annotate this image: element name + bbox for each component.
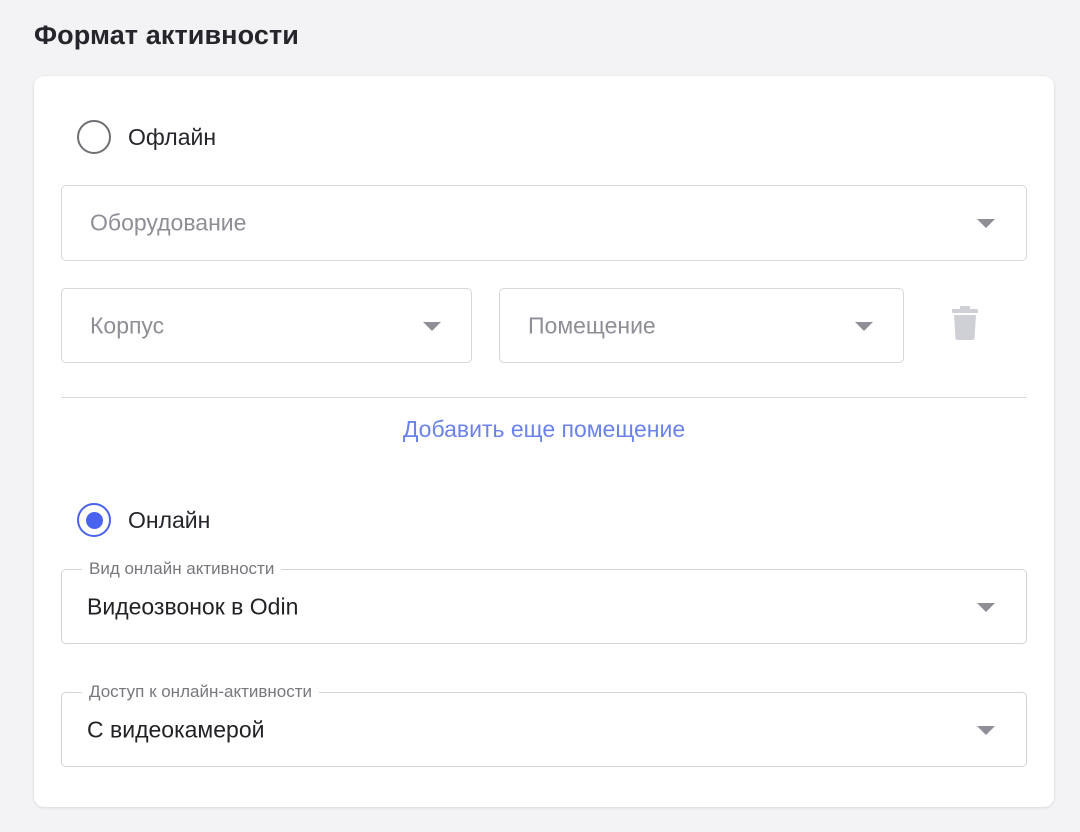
offline-radio-label: Офлайн [128,123,217,150]
building-placeholder: Корпус [90,312,165,338]
activity-type-label: Вид онлайн активности [82,558,282,580]
chevron-down-icon [423,321,441,331]
room-placeholder: Помещение [528,312,656,338]
activity-type-select[interactable]: Вид онлайн активности Видеозвонок в Odin [61,558,1027,644]
radio-selected-dot [85,511,103,529]
access-select[interactable]: Доступ к онлайн-активности С видеокамеро… [61,681,1027,767]
online-radio[interactable]: Онлайн [77,503,210,537]
activity-format-card: Офлайн Оборудование Корпус Помещение Доб… [34,76,1054,807]
building-select[interactable]: Корпус [61,288,472,363]
add-room-link[interactable]: Добавить еще помещение [34,416,1054,443]
chevron-down-icon [977,219,995,228]
trash-icon[interactable] [950,306,980,340]
online-radio-label: Онлайн [128,506,211,533]
chevron-down-icon [855,321,873,331]
chevron-down-icon [977,725,995,735]
divider [61,397,1027,398]
chevron-down-icon [977,602,995,612]
offline-radio[interactable]: Офлайн [77,120,216,154]
equipment-placeholder: Оборудование [90,209,247,236]
activity-type-value: Видеозвонок в Odin [87,593,299,619]
page-title: Формат активности [34,20,299,50]
access-value: С видеокамерой [87,716,265,742]
offline-radio-circle[interactable] [77,120,111,154]
room-select[interactable]: Помещение [499,288,904,363]
access-label: Доступ к онлайн-активности [82,681,320,703]
equipment-select[interactable]: Оборудование [61,185,1027,261]
online-radio-circle[interactable] [77,503,111,537]
